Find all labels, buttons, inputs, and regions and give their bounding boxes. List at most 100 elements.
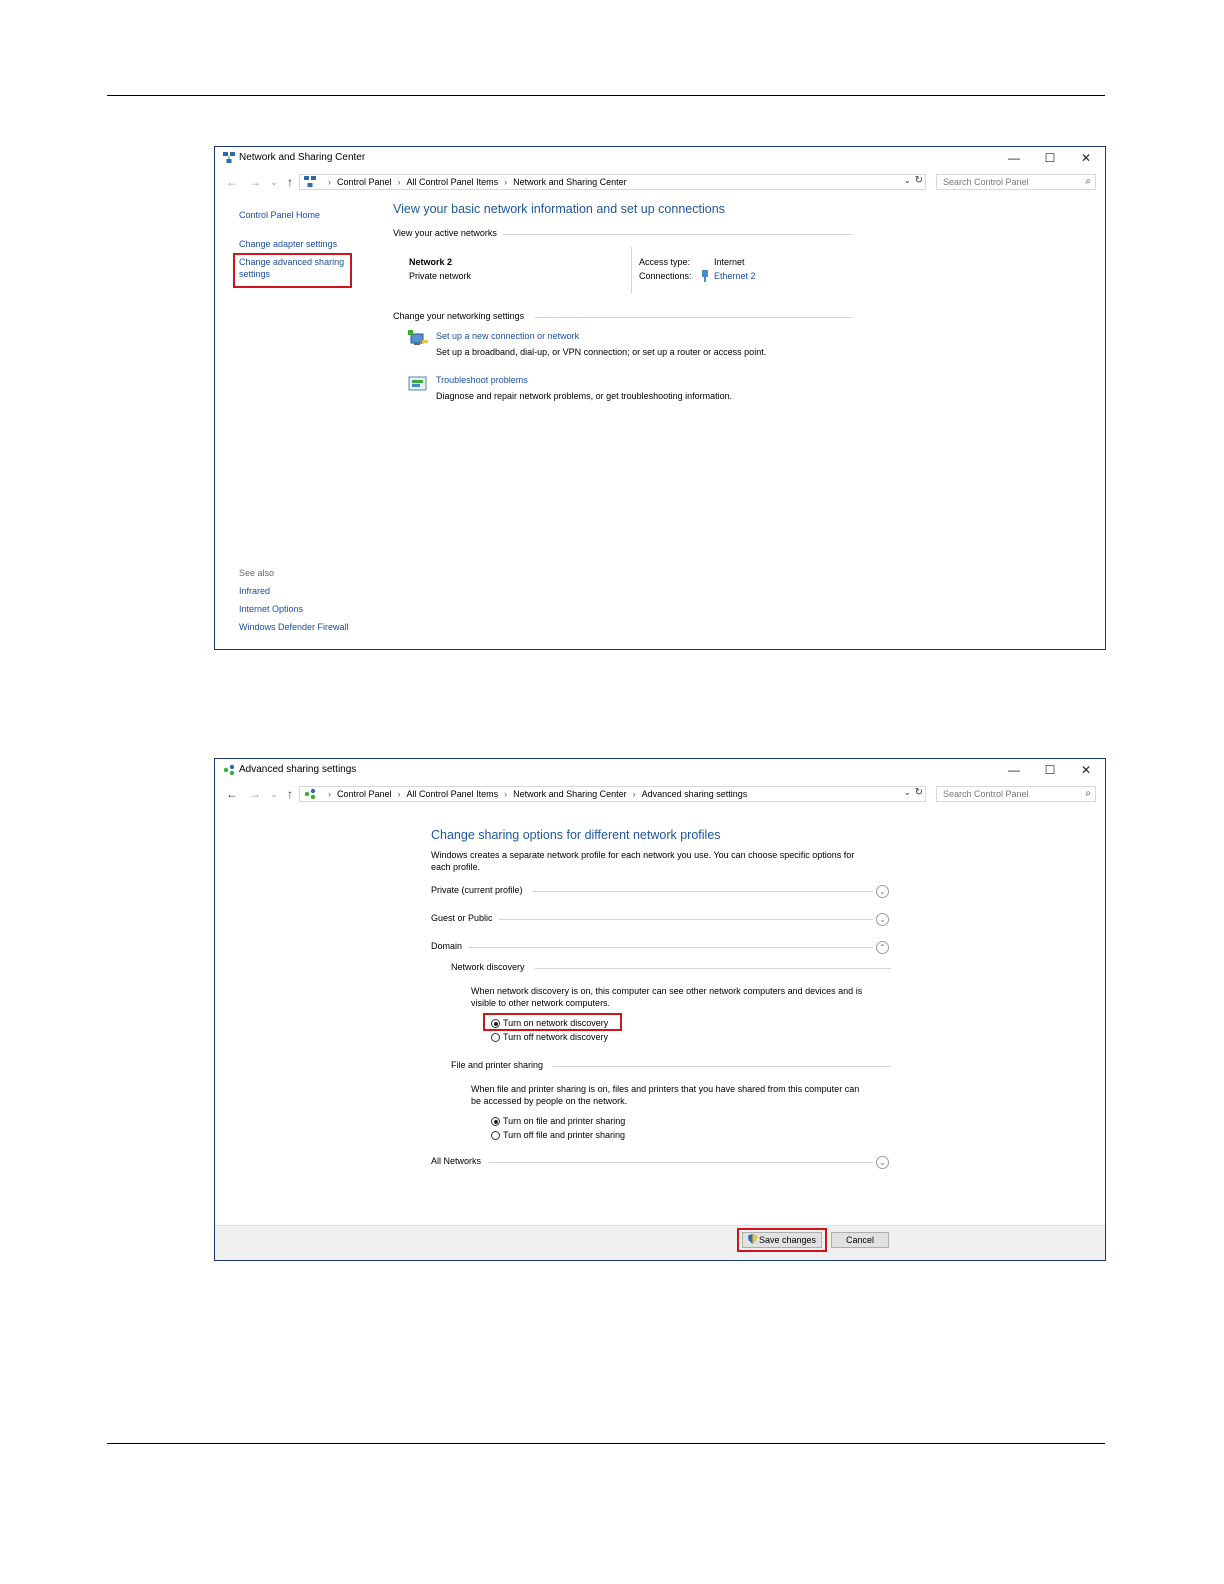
section-divider bbox=[553, 1066, 891, 1067]
breadcrumb-control-panel[interactable]: Control Panel bbox=[337, 789, 392, 799]
file-sharing-off-label[interactable]: Turn off file and printer sharing bbox=[503, 1130, 625, 1140]
section-divider bbox=[535, 968, 891, 969]
chevron-down-icon[interactable]: ⌄ bbox=[903, 787, 911, 798]
up-button[interactable]: ↑ bbox=[283, 787, 297, 801]
back-button[interactable]: ← bbox=[225, 175, 239, 189]
back-button[interactable]: ← bbox=[225, 787, 239, 801]
breadcrumb-all-items[interactable]: All Control Panel Items bbox=[407, 177, 499, 187]
setup-connection-link[interactable]: Set up a new connection or network bbox=[436, 331, 579, 341]
search-placeholder: Search Control Panel bbox=[943, 789, 1029, 799]
search-icon[interactable]: ⌕ bbox=[1085, 788, 1091, 799]
sidebar-item-control-panel-home[interactable]: Control Panel Home bbox=[239, 210, 320, 220]
breadcrumb: › Control Panel › All Control Panel Item… bbox=[304, 788, 747, 800]
see-also-label: See also bbox=[239, 568, 275, 578]
search-input[interactable]: Search Control Panel ⌕ bbox=[936, 174, 1096, 190]
close-button[interactable]: ✕ bbox=[1071, 149, 1101, 167]
profile-private[interactable]: Private (current profile) bbox=[431, 885, 527, 895]
forward-button[interactable]: → bbox=[248, 787, 262, 801]
sidebar-item-adapter-settings[interactable]: Change adapter settings bbox=[239, 239, 337, 249]
sidebar-item-advanced-sharing-cont[interactable]: settings bbox=[239, 269, 270, 279]
breadcrumb-separator: › bbox=[504, 177, 508, 187]
vertical-divider bbox=[631, 247, 632, 293]
breadcrumb: › Control Panel › All Control Panel Item… bbox=[304, 176, 627, 188]
refresh-icon[interactable]: ↻ bbox=[915, 175, 923, 186]
breadcrumb-advanced-sharing[interactable]: Advanced sharing settings bbox=[642, 789, 748, 799]
breadcrumb-separator: › bbox=[632, 789, 636, 799]
breadcrumb-network-center[interactable]: Network and Sharing Center bbox=[513, 177, 627, 187]
radio-file-sharing-off[interactable] bbox=[491, 1131, 500, 1140]
sharing-settings-icon bbox=[223, 764, 235, 776]
discovery-off-label[interactable]: Turn off network discovery bbox=[503, 1032, 608, 1042]
section-divider bbox=[499, 919, 873, 920]
sidebar-item-advanced-sharing[interactable]: Change advanced sharing bbox=[239, 257, 344, 267]
advanced-sharing-window: Advanced sharing settings — ☐ ✕ ← → ⌄ ↑ … bbox=[214, 758, 1106, 1261]
network-discovery-heading: Network discovery bbox=[451, 962, 529, 972]
section-divider bbox=[469, 947, 873, 948]
radio-discovery-off[interactable] bbox=[491, 1033, 500, 1042]
access-type-value: Internet bbox=[714, 257, 745, 267]
chevron-up-icon[interactable]: ⌃ bbox=[876, 941, 889, 954]
chevron-down-icon[interactable]: ⌄ bbox=[903, 175, 911, 186]
maximize-button[interactable]: ☐ bbox=[1035, 761, 1065, 779]
breadcrumb-control-panel[interactable]: Control Panel bbox=[337, 177, 392, 187]
address-bar[interactable]: › Control Panel › All Control Panel Item… bbox=[299, 786, 926, 802]
refresh-icon[interactable]: ↻ bbox=[915, 787, 923, 798]
breadcrumb-separator: › bbox=[328, 789, 331, 799]
page-bottom-rule bbox=[107, 1443, 1105, 1444]
breadcrumb-network-center[interactable]: Network and Sharing Center bbox=[513, 789, 627, 799]
troubleshoot-link[interactable]: Troubleshoot problems bbox=[436, 375, 528, 385]
chevron-down-icon[interactable]: ⌄ bbox=[876, 1156, 889, 1169]
ethernet-link[interactable]: Ethernet 2 bbox=[714, 271, 756, 281]
profile-guest-public[interactable]: Guest or Public bbox=[431, 913, 497, 923]
page-title: View your basic network information and … bbox=[393, 202, 725, 216]
breadcrumb-separator: › bbox=[397, 177, 401, 187]
section-divider bbox=[503, 234, 853, 235]
page-top-rule bbox=[107, 95, 1105, 96]
save-button[interactable]: Save changes bbox=[742, 1232, 822, 1248]
chevron-down-icon[interactable]: ⌄ bbox=[876, 913, 889, 926]
discovery-on-label[interactable]: Turn on network discovery bbox=[503, 1018, 608, 1028]
radio-file-sharing-on[interactable] bbox=[491, 1117, 500, 1126]
connections-label: Connections: bbox=[639, 271, 692, 281]
network-center-icon bbox=[304, 176, 316, 187]
profile-domain[interactable]: Domain bbox=[431, 941, 467, 951]
new-connection-icon bbox=[408, 330, 428, 345]
chevron-down-icon[interactable]: ⌄ bbox=[876, 885, 889, 898]
window-title: Network and Sharing Center bbox=[239, 152, 366, 163]
search-placeholder: Search Control Panel bbox=[943, 177, 1029, 187]
network-center-icon bbox=[223, 152, 235, 163]
maximize-button[interactable]: ☐ bbox=[1035, 149, 1065, 167]
up-button[interactable]: ↑ bbox=[283, 175, 297, 189]
close-button[interactable]: ✕ bbox=[1071, 761, 1101, 779]
address-bar[interactable]: › Control Panel › All Control Panel Item… bbox=[299, 174, 926, 190]
profile-all-networks[interactable]: All Networks bbox=[431, 1156, 486, 1166]
minimize-button[interactable]: — bbox=[999, 149, 1029, 167]
title-bar: Advanced sharing settings — ☐ ✕ bbox=[215, 759, 1105, 781]
see-also-internet-options[interactable]: Internet Options bbox=[239, 604, 303, 614]
change-settings-label: Change your networking settings bbox=[393, 311, 529, 321]
setup-connection-desc: Set up a broadband, dial-up, or VPN conn… bbox=[436, 347, 767, 357]
see-also-infrared[interactable]: Infrared bbox=[239, 586, 270, 596]
breadcrumb-all-items[interactable]: All Control Panel Items bbox=[407, 789, 499, 799]
intro-text-line1: Windows creates a separate network profi… bbox=[431, 850, 855, 860]
breadcrumb-separator: › bbox=[397, 789, 401, 799]
discovery-desc-line2: visible to other network computers. bbox=[471, 998, 611, 1008]
recent-locations-button[interactable]: ⌄ bbox=[267, 787, 281, 801]
network-name: Network 2 bbox=[409, 257, 453, 267]
button-bar: Save changes Cancel bbox=[215, 1225, 1105, 1260]
breadcrumb-separator: › bbox=[328, 177, 331, 187]
search-input[interactable]: Search Control Panel ⌕ bbox=[936, 786, 1096, 802]
file-sharing-desc-line1: When file and printer sharing is on, fil… bbox=[471, 1084, 860, 1094]
cancel-button[interactable]: Cancel bbox=[831, 1232, 889, 1248]
file-sharing-on-label[interactable]: Turn on file and printer sharing bbox=[503, 1116, 625, 1126]
breadcrumb-separator: › bbox=[504, 789, 508, 799]
save-button-label: Save changes bbox=[758, 1235, 817, 1245]
see-also-firewall[interactable]: Windows Defender Firewall bbox=[239, 622, 349, 632]
section-divider bbox=[489, 1162, 873, 1163]
recent-locations-button[interactable]: ⌄ bbox=[267, 175, 281, 189]
search-icon[interactable]: ⌕ bbox=[1085, 176, 1091, 187]
file-sharing-desc-line2: be accessed by people on the network. bbox=[471, 1096, 628, 1106]
radio-discovery-on[interactable] bbox=[491, 1019, 500, 1028]
minimize-button[interactable]: — bbox=[999, 761, 1029, 779]
forward-button[interactable]: → bbox=[248, 175, 262, 189]
